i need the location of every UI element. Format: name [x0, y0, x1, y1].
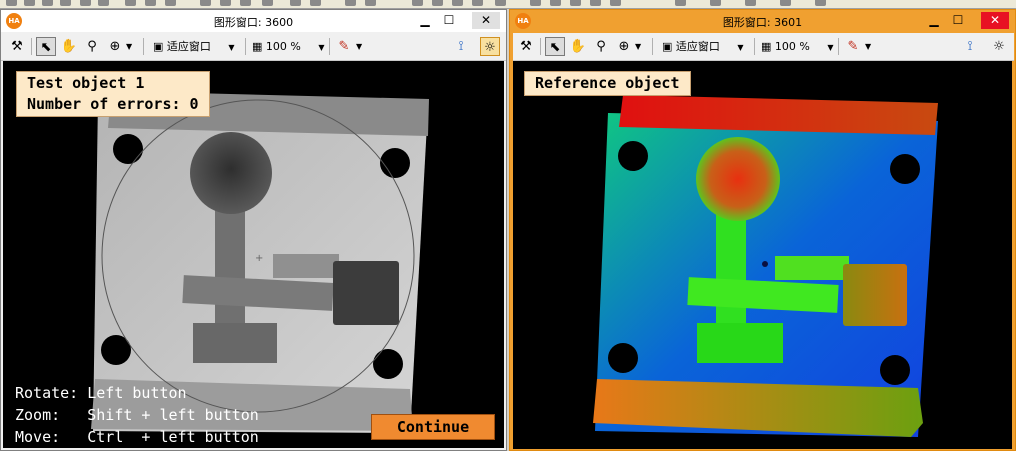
toolbar-separator [245, 38, 246, 55]
chevron-down-icon: ▼ [827, 43, 834, 52]
zoom-fit-select[interactable]: ▣ 适应窗口 ▼ [660, 37, 744, 56]
zoom-fit-label: 适应窗口 [675, 40, 720, 53]
zoom-percent-select[interactable]: ▦ 100 % ▼ [759, 37, 834, 56]
hand-icon[interactable]: ✋ [568, 37, 588, 56]
image-canvas[interactable]: Reference object [513, 61, 1012, 449]
plate-hole [373, 349, 403, 379]
minimize-button[interactable]: ▁ [926, 13, 942, 28]
help-rotate: Rotate: Left button [15, 384, 187, 402]
zoom-in-icon[interactable]: ⊕ [105, 37, 125, 56]
help-zoom: Zoom: Shift + left button [15, 406, 259, 424]
hammer-icon[interactable]: ⚒ [7, 37, 27, 56]
zoom-fit-label: 适应窗口 [166, 40, 211, 53]
reference-object-label: Reference object [524, 71, 691, 96]
title-bar[interactable]: HA 图形窗口: 3600 ▁ ☐ ✕ [1, 10, 506, 32]
graphics-window-3600: HA 图形窗口: 3600 ▁ ☐ ✕ ⚒ ⬉ ✋ ⚲ ⊕ ▼ ▣ 适应窗口 ▼… [0, 9, 507, 451]
magnifier-icon[interactable]: ⚲ [591, 37, 611, 56]
toolbar-separator [652, 38, 653, 55]
image-canvas[interactable]: + Test object 1 Number of errors: 0 Rotat… [3, 61, 504, 448]
axes-icon[interactable]: ⟟ [960, 37, 980, 56]
test-object-label: Test object 1 Number of errors: 0 [16, 71, 210, 117]
chevron-down-icon[interactable]: ▼ [635, 37, 641, 56]
chevron-down-icon[interactable]: ▼ [865, 37, 871, 56]
hammer-icon[interactable]: ⚒ [516, 37, 536, 56]
title-bar[interactable]: HA 图形窗口: 3601 ▁ ☐ ✕ [510, 10, 1015, 32]
chevron-down-icon: ▼ [228, 43, 235, 52]
toolbar-separator [754, 38, 755, 55]
maximize-button[interactable]: ☐ [950, 13, 966, 28]
window-toolbar: ⚒ ⬉ ✋ ⚲ ⊕ ▼ ▣ 适应窗口 ▼ ▦ 100 % ▼ ✎ ▼ ⟟ ☼ [1, 33, 506, 61]
fit-window-icon: ▣ [153, 40, 164, 53]
minimize-icon: ▁ [929, 13, 939, 27]
plate-hole [113, 134, 143, 164]
zoom-percent-icon: ▦ [252, 40, 263, 53]
error-count: Number of errors: 0 [27, 95, 199, 113]
lightbulb-icon[interactable]: ☼ [989, 37, 1009, 56]
lightbulb-icon[interactable]: ☼ [480, 37, 500, 56]
close-button[interactable]: ✕ [472, 12, 500, 29]
chevron-down-icon[interactable]: ▼ [126, 37, 132, 56]
minimize-button[interactable]: ▁ [417, 13, 433, 28]
axes-icon[interactable]: ⟟ [451, 37, 471, 56]
minimize-icon: ▁ [420, 13, 430, 27]
maximize-icon: ☐ [952, 13, 964, 27]
zoom-percent-label: 100 % [774, 40, 810, 53]
plate-hole [880, 355, 910, 385]
window-toolbar: ⚒ ⬉ ✋ ⚲ ⊕ ▼ ▣ 适应窗口 ▼ ▦ 100 % ▼ ✎ ▼ ⟟ ☼ [513, 33, 1014, 61]
chevron-down-icon[interactable]: ▼ [356, 37, 362, 56]
continue-button[interactable]: Continue [371, 414, 495, 440]
toolbar-separator [329, 38, 330, 55]
help-move: Move: Ctrl + left button [15, 428, 259, 446]
toolbar-separator [838, 38, 839, 55]
maximize-icon: ☐ [443, 13, 455, 27]
test-object-title: Test object 1 [27, 74, 145, 92]
close-icon: ✕ [480, 13, 492, 27]
zoom-fit-select[interactable]: ▣ 适应窗口 ▼ [151, 37, 235, 56]
graphics-window-3601: HA 图形窗口: 3601 ▁ ☐ ✕ ⚒ ⬉ ✋ ⚲ ⊕ ▼ ▣ 适应窗口 ▼… [509, 9, 1016, 451]
plate-hole [380, 148, 410, 178]
app-toolbar-strip [0, 0, 1016, 9]
close-icon: ✕ [989, 13, 1001, 27]
magnifier-icon[interactable]: ⚲ [82, 37, 102, 56]
crosshair-icon: + [255, 253, 263, 264]
pointer-icon[interactable]: ⬉ [545, 37, 565, 56]
zoom-percent-icon: ▦ [761, 40, 772, 53]
plate-hole [890, 154, 920, 184]
toolbar-separator [540, 38, 541, 55]
plate-hole [618, 141, 648, 171]
zoom-in-icon[interactable]: ⊕ [614, 37, 634, 56]
zoom-percent-select[interactable]: ▦ 100 % ▼ [250, 37, 325, 56]
zoom-percent-label: 100 % [265, 40, 301, 53]
reference-object-depth-image [593, 95, 938, 437]
hand-icon[interactable]: ✋ [59, 37, 79, 56]
color-palette-icon[interactable]: ✎ [334, 37, 354, 56]
mouse-help-text: Rotate: Left button Zoom: Shift + left bu… [15, 382, 259, 448]
close-button[interactable]: ✕ [981, 12, 1009, 29]
plate-hole [608, 343, 638, 373]
chevron-down-icon: ▼ [737, 43, 744, 52]
toolbar-separator [143, 38, 144, 55]
maximize-button[interactable]: ☐ [441, 13, 457, 28]
toolbar-separator [31, 38, 32, 55]
pointer-icon[interactable]: ⬉ [36, 37, 56, 56]
fit-window-icon: ▣ [662, 40, 673, 53]
chevron-down-icon: ▼ [318, 43, 325, 52]
color-palette-icon[interactable]: ✎ [843, 37, 863, 56]
